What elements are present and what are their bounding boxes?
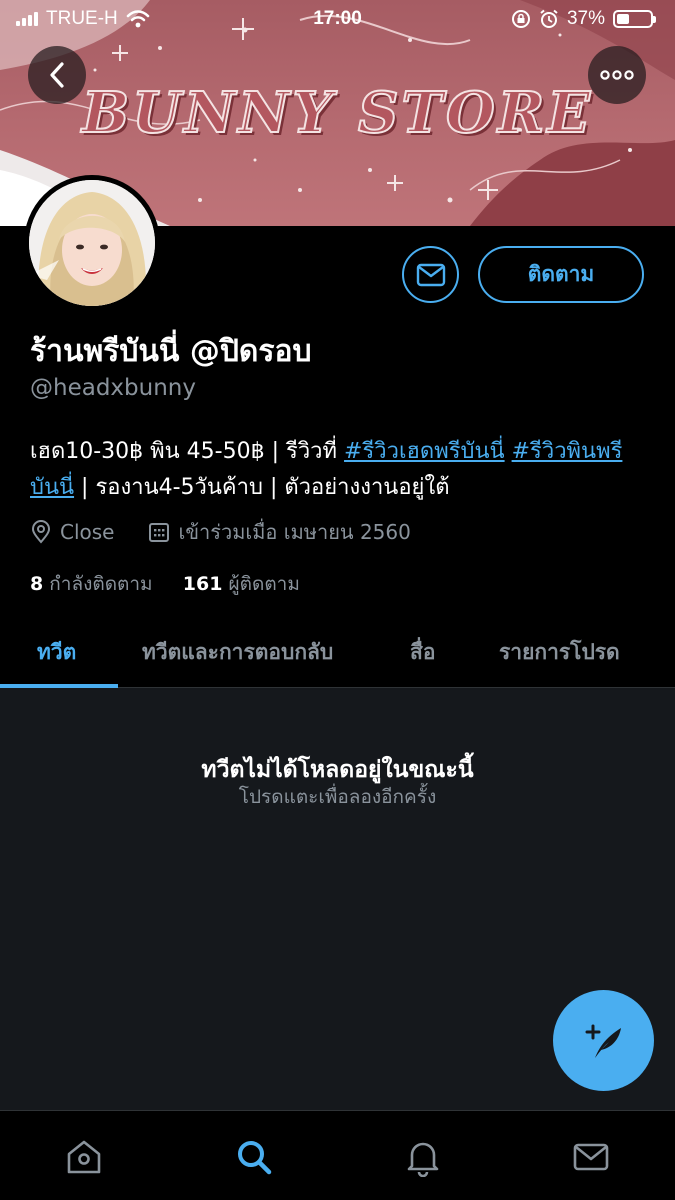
- chevron-left-icon: [50, 62, 64, 88]
- bottom-navigation: [0, 1110, 675, 1200]
- followers-stat[interactable]: 161 ผู้ติดตาม: [183, 573, 300, 595]
- more-icon: [600, 70, 634, 80]
- tab-tweets-replies[interactable]: ทวีตและการตอบกลับ: [142, 636, 333, 669]
- mail-icon: [416, 263, 445, 286]
- back-button[interactable]: [28, 46, 86, 104]
- bio-text: | รองาน4-5วันค้าบ | ตัวอย่างงานอยู่ใต้: [74, 475, 450, 500]
- compose-tweet-button[interactable]: [553, 990, 654, 1091]
- follow-stats: 8 กำลังติดตาม 161 ผู้ติดตาม: [30, 569, 300, 599]
- nav-search[interactable]: [232, 1135, 276, 1179]
- signal-icon: [16, 12, 38, 26]
- username: @headxbunny: [30, 375, 196, 401]
- nav-home[interactable]: [62, 1135, 106, 1179]
- home-icon: [67, 1140, 101, 1174]
- bio-text: เฮด10-30฿ พิน 45-50฿ | รีวิวที่: [30, 439, 345, 464]
- avatar[interactable]: [24, 175, 160, 311]
- tab-tweets[interactable]: ทวีต: [37, 636, 76, 669]
- alarm-icon: [540, 9, 558, 28]
- retry-hint[interactable]: โปรดแตะเพื่อลองอีกครั้ง: [0, 782, 675, 812]
- profile-tabs: ทวีต ทวีตและการตอบกลับ สื่อ รายการโปรด: [0, 622, 675, 688]
- mail-icon: [573, 1143, 609, 1171]
- battery-icon: [613, 10, 656, 28]
- search-icon: [238, 1141, 272, 1175]
- hashtag-link[interactable]: #รีวิวเฮดพรีบันนี่: [344, 439, 505, 464]
- avatar-image: [29, 180, 155, 306]
- tab-likes[interactable]: รายการโปรด: [499, 636, 620, 669]
- battery-percent: 37%: [566, 8, 605, 29]
- message-button[interactable]: [402, 246, 459, 303]
- location-text: Close: [60, 520, 115, 544]
- following-stat[interactable]: 8 กำลังติดตาม: [30, 573, 153, 595]
- nav-messages[interactable]: [569, 1135, 613, 1179]
- location-icon: [31, 520, 51, 544]
- profile-meta: Close เข้าร่วมเมื่อ เมษายน 2560: [30, 516, 411, 548]
- display-name: ร้านพรีบันนี่ @ปิดรอบ: [30, 334, 312, 369]
- rotation-lock-icon: [511, 10, 530, 28]
- more-options-button[interactable]: [588, 46, 646, 104]
- compose-feather-icon: [585, 1024, 621, 1058]
- follow-button[interactable]: ติดตาม: [478, 246, 644, 303]
- banner-title: BUNNY STORE: [81, 79, 594, 147]
- wifi-icon: [126, 10, 150, 28]
- joined-date: เข้าร่วมเมื่อ เมษายน 2560: [178, 520, 411, 544]
- calendar-icon: [149, 523, 170, 542]
- status-bar: TRUE-H 17:00 37%: [0, 0, 675, 38]
- tab-media[interactable]: สื่อ: [410, 636, 435, 669]
- profile-bio: เฮด10-30฿ พิน 45-50฿ | รีวิวที่ #รีวิวเฮ…: [30, 434, 650, 506]
- nav-notifications[interactable]: [401, 1135, 445, 1179]
- carrier-label: TRUE-H: [46, 8, 118, 29]
- bell-icon: [407, 1142, 439, 1177]
